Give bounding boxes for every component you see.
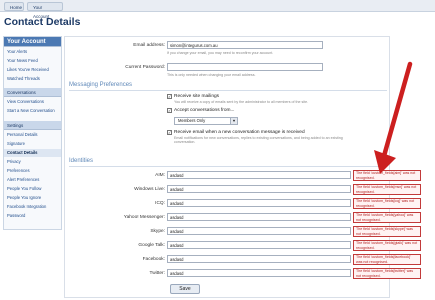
error-message: The field 'custom_fields[facebook]' was … xyxy=(353,254,421,265)
icq-field[interactable] xyxy=(167,199,351,207)
google-talk-label: Google Talk: xyxy=(138,243,165,248)
sidebar-item-alerts[interactable]: Your Alerts xyxy=(4,48,61,56)
page-title: Contact Details xyxy=(4,16,81,28)
email-conversation-hint: Email notifications for new conversation… xyxy=(174,136,343,145)
error-message: The field 'custom_fields[gtalk]' was not… xyxy=(353,240,421,251)
identities-heading: Identities xyxy=(69,158,94,164)
sidebar-header-conversations[interactable]: Conversations xyxy=(4,88,61,97)
password-field[interactable] xyxy=(167,63,323,71)
site-mailings-hint: You will receive a copy of emails sent b… xyxy=(174,100,309,104)
chevron-down-icon: ▼ xyxy=(230,118,237,124)
windows-live-label: Windows Live: xyxy=(134,187,165,192)
email-label: Email address: xyxy=(133,43,165,48)
sidebar-item-alert-preferences[interactable]: Alert Preferences xyxy=(4,176,61,184)
windows-live-field[interactable] xyxy=(167,185,351,193)
save-button[interactable]: Save xyxy=(170,284,200,294)
sidebar-item-personal-details[interactable]: Personal Details xyxy=(4,131,61,139)
accept-conversations-checkbox[interactable]: ✓ xyxy=(167,108,172,113)
email-conversation-checkbox[interactable]: ✓ xyxy=(167,130,172,135)
email-hint: If you change your email, you may need t… xyxy=(167,51,274,55)
facebook-field[interactable] xyxy=(167,255,351,263)
accept-conversations-select[interactable]: Members Only ▼ xyxy=(174,117,238,125)
sidebar-item-privacy[interactable]: Privacy xyxy=(4,158,61,166)
aim-label: AIM: xyxy=(155,173,165,178)
icq-label: ICQ: xyxy=(155,201,165,206)
sidebar-header-settings[interactable]: Settings xyxy=(4,121,61,130)
yahoo-field[interactable] xyxy=(167,213,351,221)
skype-field[interactable] xyxy=(167,227,351,235)
sidebar-item-view-conversations[interactable]: View Conversations xyxy=(4,98,61,106)
yahoo-label: Yahoo! Messenger: xyxy=(123,215,165,220)
email-field[interactable] xyxy=(167,41,323,49)
sidebar-item-watched-threads[interactable]: Watched Threads xyxy=(4,75,61,83)
error-message: The field 'custom_fields[twitter]' was n… xyxy=(353,268,421,279)
sidebar-item-people-you-follow[interactable]: People You Follow xyxy=(4,185,61,193)
google-talk-field[interactable] xyxy=(167,241,351,249)
accept-conversations-value: Members Only xyxy=(178,118,206,123)
facebook-label: Facebook: xyxy=(142,257,165,262)
site-mailings-label: Receive site mailings xyxy=(174,94,220,99)
sidebar-item-start-conversation[interactable]: Start a New Conversation xyxy=(4,107,61,115)
sidebar-item-contact-details[interactable]: Contact Details xyxy=(4,149,61,157)
sidebar-item-people-you-ignore[interactable]: People You Ignore xyxy=(4,194,61,202)
top-bar: Home Your Account xyxy=(0,0,435,19)
site-mailings-checkbox[interactable]: ✓ xyxy=(167,94,172,99)
red-arrow-annotation xyxy=(374,61,413,174)
accept-conversations-label: Accept conversations from... xyxy=(174,108,235,113)
twitter-field[interactable] xyxy=(167,269,351,277)
sidebar: Your Account Your Alerts Your News Feed … xyxy=(3,36,62,230)
password-label: Current Password: xyxy=(125,65,165,70)
error-message: The field 'custom_fields[yahoo]' was not… xyxy=(353,212,421,223)
skype-label: Skype: xyxy=(150,229,165,234)
error-message: The field 'custom_fields[icq]' was not r… xyxy=(353,198,421,209)
aim-field[interactable] xyxy=(167,171,351,179)
arrow-shaft xyxy=(381,61,413,159)
sidebar-header-your-account[interactable]: Your Account xyxy=(4,37,61,47)
twitter-label: Twitter: xyxy=(149,271,165,276)
breadcrumb-your-account[interactable]: Your Account xyxy=(27,2,63,19)
email-conversation-label: Receive email when a new conversation me… xyxy=(174,130,305,135)
sidebar-item-news-feed[interactable]: Your News Feed xyxy=(4,57,61,65)
sidebar-item-password[interactable]: Password xyxy=(4,212,61,220)
messaging-preferences-heading: Messaging Preferences xyxy=(69,82,133,88)
password-hint: This is only needed when changing your e… xyxy=(167,73,256,77)
sidebar-item-preferences[interactable]: Preferences xyxy=(4,167,61,175)
sidebar-item-signature[interactable]: Signature xyxy=(4,140,61,148)
sidebar-item-likes[interactable]: Likes You've Received xyxy=(4,66,61,74)
error-message: The field 'custom_fields[msn]' was not r… xyxy=(353,184,421,195)
error-message: The field 'custom_fields[skype]' was not… xyxy=(353,226,421,237)
sidebar-item-facebook-integration[interactable]: Facebook Integration xyxy=(4,203,61,211)
breadcrumb-home[interactable]: Home xyxy=(4,2,24,11)
